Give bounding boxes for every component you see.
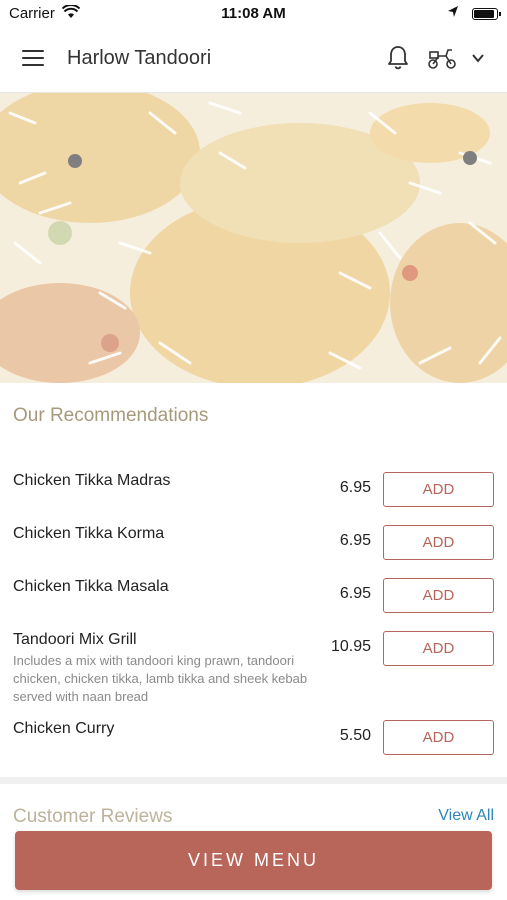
bell-icon[interactable] — [386, 45, 410, 71]
item-price: 6.95 — [339, 479, 371, 496]
view-menu-button[interactable]: VIEW MENU — [15, 831, 492, 890]
delivery-scooter-icon[interactable] — [427, 46, 457, 70]
recommendations-heading: Our Recommendations — [13, 405, 209, 426]
add-button[interactable]: ADD — [383, 525, 494, 560]
item-price: 6.95 — [339, 532, 371, 549]
location-arrow-icon — [448, 6, 458, 17]
add-button[interactable]: ADD — [383, 578, 494, 613]
item-price: 10.95 — [330, 638, 371, 655]
app-header: Harlow Tandoori — [0, 28, 507, 93]
chevron-down-icon[interactable] — [470, 50, 486, 66]
clock: 11:08 AM — [221, 5, 286, 22]
item-name: Chicken Tikka Masala — [13, 578, 169, 595]
item-name: Chicken Tikka Korma — [13, 525, 165, 542]
restaurant-title: Harlow Tandoori — [67, 47, 212, 69]
status-bar: Carrier 11:08 AM — [0, 0, 507, 28]
item-price: 6.95 — [339, 585, 371, 602]
item-description: Includes a mix with tandoori king prawn,… — [13, 653, 308, 704]
item-name: Chicken Tikka Madras — [13, 472, 171, 489]
item-price: 5.50 — [339, 727, 371, 744]
hero-food-image — [0, 93, 507, 383]
add-button[interactable]: ADD — [383, 631, 494, 666]
add-button[interactable]: ADD — [383, 720, 494, 755]
battery-icon — [472, 8, 501, 20]
section-divider — [0, 777, 507, 784]
item-name: Tandoori Mix Grill — [13, 631, 137, 648]
hamburger-menu-icon[interactable] — [22, 50, 44, 68]
item-name: Chicken Curry — [13, 720, 115, 737]
add-button[interactable]: ADD — [383, 472, 494, 507]
